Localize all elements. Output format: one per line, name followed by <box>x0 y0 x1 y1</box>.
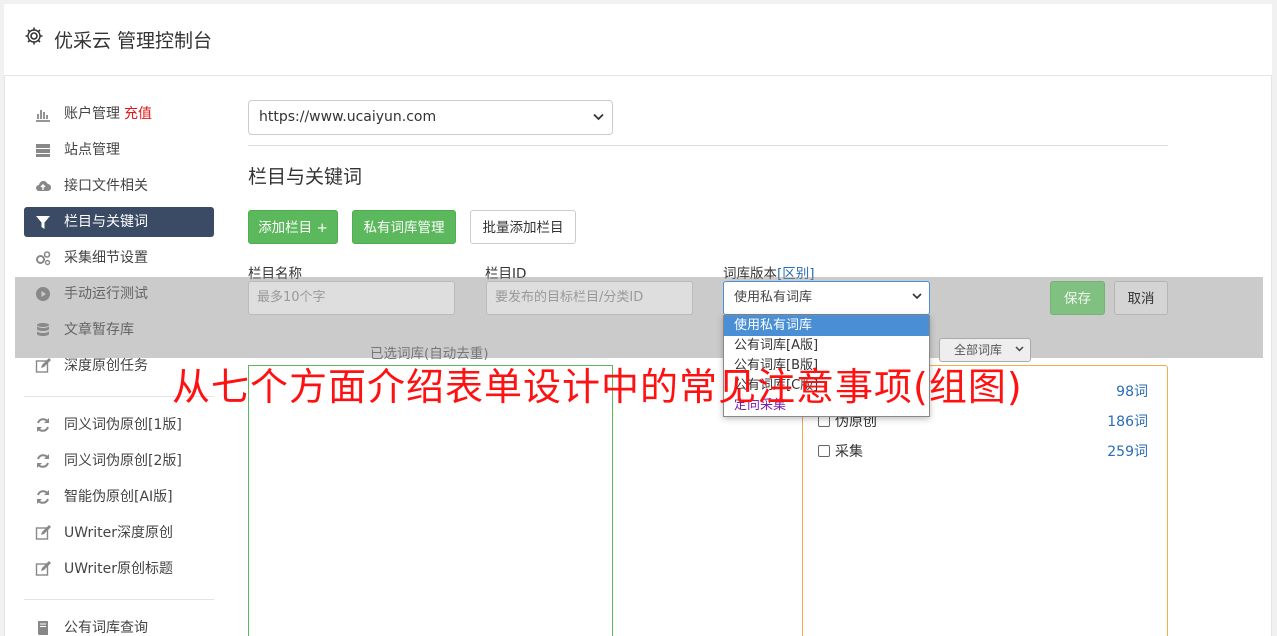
sidebar-item-label: 站点管理 <box>64 142 120 158</box>
edit-icon <box>35 561 51 576</box>
lib-count: 259词 <box>1107 444 1148 460</box>
server-icon <box>36 144 50 157</box>
cogs-icon <box>36 251 51 266</box>
column-name-input[interactable]: 最多10个字 <box>248 281 455 315</box>
sidebar-item-label: 账户管理 <box>64 106 120 122</box>
column-id-input[interactable]: 要发布的目标栏目/分类ID <box>486 281 693 315</box>
refresh-icon <box>37 454 49 468</box>
sidebar-item-synonym-v1[interactable]: 同义词伪原创[1版] <box>24 407 214 443</box>
batch-add-button[interactable]: 批量添加栏目 <box>470 210 576 244</box>
section-title: 栏目与关键词 <box>248 166 363 188</box>
chevron-down-icon <box>593 113 604 121</box>
filter-icon <box>36 216 50 229</box>
top-header: 优采云 管理控制台 <box>4 4 1272 76</box>
sidebar-item-columns[interactable]: 栏目与关键词 <box>24 207 214 237</box>
book-icon <box>38 621 48 635</box>
lib-version-select[interactable]: 使用私有词库 <box>723 281 930 315</box>
lib-version-select-value: 使用私有词库 <box>734 290 813 305</box>
edit-icon <box>35 525 51 540</box>
recharge-link[interactable]: 充值 <box>124 106 152 122</box>
edit-icon <box>35 358 51 373</box>
sidebar-item-label: 智能伪原创[AI版] <box>64 489 173 505</box>
sidebar-item-label: UWriter原创标题 <box>64 561 173 577</box>
sidebar-item-collect-settings[interactable]: 采集细节设置 <box>24 240 214 276</box>
sidebar-item-label: 栏目与关键词 <box>64 214 148 230</box>
sidebar-item-label: 深度原创任务 <box>64 358 148 374</box>
sidebar-item-label: 采集细节设置 <box>64 250 148 266</box>
lib-filter-value: 全部词库 <box>954 343 1003 357</box>
sidebar-divider <box>24 599 214 600</box>
refresh-icon <box>37 490 49 504</box>
chevron-down-icon <box>1015 346 1024 352</box>
cloud-upload-icon <box>36 181 51 192</box>
lib-count: 186词 <box>1107 414 1148 430</box>
sidebar-item-sites[interactable]: 站点管理 <box>24 132 214 168</box>
cancel-button[interactable]: 取消 <box>1114 281 1168 315</box>
sidebar-item-label: UWriter深度原创 <box>64 525 173 541</box>
site-select[interactable]: https://www.ucaiyun.com <box>248 100 613 135</box>
gear-icon <box>25 27 43 45</box>
sidebar-item-label: 同义词伪原创[1版] <box>64 417 182 433</box>
site-select-value: https://www.ucaiyun.com <box>259 109 437 125</box>
sidebar-item-uwriter-title[interactable]: UWriter原创标题 <box>24 551 214 587</box>
bar-chart-icon <box>36 110 50 122</box>
sidebar-item-uwriter-deep[interactable]: UWriter深度原创 <box>24 515 214 551</box>
sidebar-item-ai-rewrite[interactable]: 智能伪原创[AI版] <box>24 479 214 515</box>
lib-row[interactable]: 采集 259词 <box>818 441 1148 461</box>
divider <box>248 145 1168 146</box>
dropdown-option[interactable]: 公有词库[A版] <box>724 336 929 356</box>
lib-name: 采集 <box>835 444 863 460</box>
sidebar-item-label: 公有词库查询 <box>64 620 148 636</box>
refresh-icon <box>37 418 49 432</box>
sidebar-item-account[interactable]: 账户管理 充值 <box>24 96 214 132</box>
sidebar-item-label: 接口文件相关 <box>64 178 148 194</box>
watermark-caption: 从七个方面介绍表单设计中的常见注意事项(组图) <box>172 365 1023 409</box>
save-button[interactable]: 保存 <box>1050 281 1105 315</box>
chevron-down-icon <box>912 293 922 300</box>
sidebar-item-synonym-v2[interactable]: 同义词伪原创[2版] <box>24 443 214 479</box>
sidebar-item-public-lib-query[interactable]: 公有词库查询 <box>24 610 214 636</box>
dropdown-option[interactable]: 使用私有词库 <box>724 316 929 336</box>
sidebar-item-label: 同义词伪原创[2版] <box>64 453 182 469</box>
private-lib-button[interactable]: 私有词库管理 <box>352 210 456 244</box>
add-column-button[interactable]: 添加栏目 + <box>248 210 338 244</box>
lib-checkbox[interactable] <box>818 445 830 457</box>
sidebar-item-interface[interactable]: 接口文件相关 <box>24 168 214 204</box>
lib-count: 98词 <box>1116 384 1148 400</box>
page-title: 优采云 管理控制台 <box>54 30 213 52</box>
